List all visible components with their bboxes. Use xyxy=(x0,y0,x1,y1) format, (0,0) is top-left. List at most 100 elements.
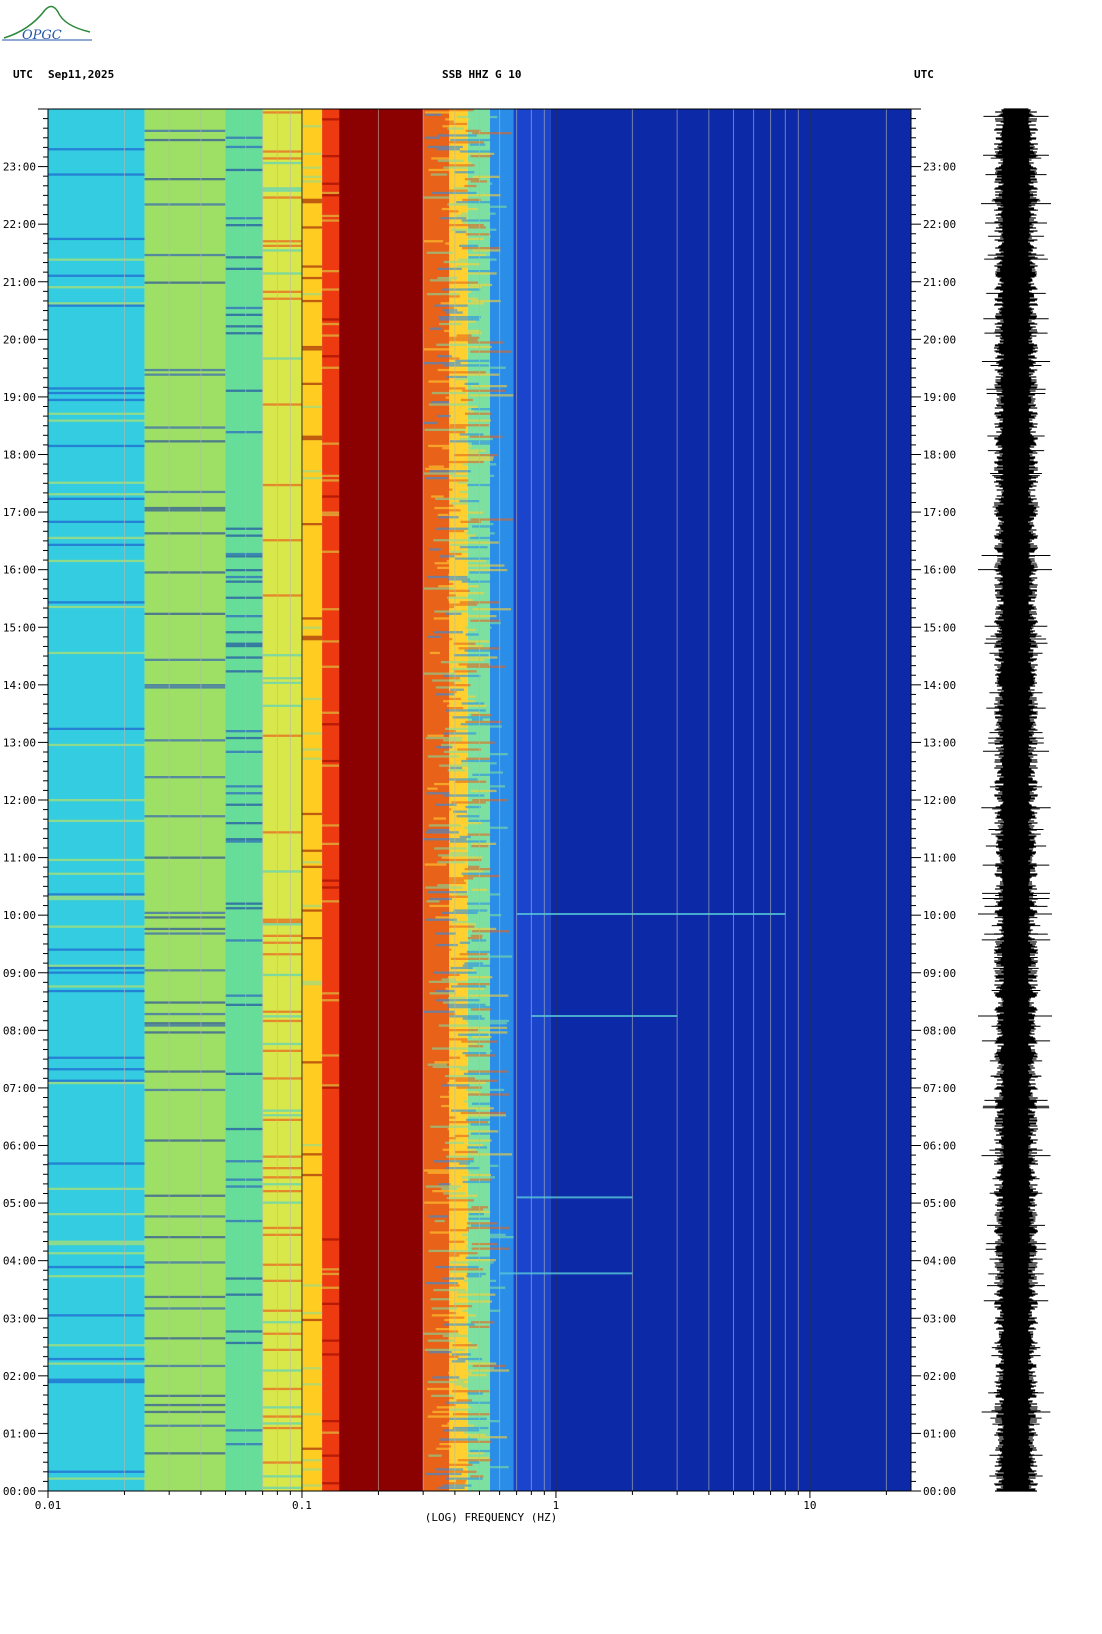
transition-streak xyxy=(472,1102,498,1105)
transition-streak xyxy=(470,1420,500,1423)
transition-streak xyxy=(437,861,466,864)
streak xyxy=(48,925,145,928)
transition-streak xyxy=(423,196,451,199)
streak xyxy=(301,980,323,983)
transition-streak xyxy=(435,1328,462,1331)
transition-streak xyxy=(447,127,465,130)
transition-streak xyxy=(468,1461,480,1464)
streak xyxy=(48,391,145,395)
streak xyxy=(225,939,263,942)
streak xyxy=(301,1284,323,1287)
transition-streak xyxy=(472,175,500,178)
transition-streak xyxy=(456,1399,473,1402)
transition-streak xyxy=(457,1459,492,1462)
transition-streak xyxy=(446,1155,479,1158)
transition-streak xyxy=(437,566,451,569)
y-tick-label: 06:00 xyxy=(923,1140,956,1153)
transition-streak xyxy=(434,610,479,613)
y-tick-label: 10:00 xyxy=(3,909,36,922)
transition-streak xyxy=(450,766,463,770)
transition-streak xyxy=(472,249,501,252)
transition-streak xyxy=(426,1137,457,1140)
streak xyxy=(48,1275,145,1278)
transition-streak xyxy=(456,334,472,337)
transition-streak xyxy=(465,129,481,132)
streak xyxy=(322,1054,340,1057)
transition-streak xyxy=(449,741,495,744)
transition-streak xyxy=(441,339,478,342)
transition-streak xyxy=(448,1091,481,1094)
transition-streak xyxy=(424,274,435,277)
streak xyxy=(301,983,323,986)
transition-streak xyxy=(435,686,450,689)
streak xyxy=(225,750,263,753)
streak xyxy=(48,1477,145,1480)
streak xyxy=(144,1424,226,1427)
transition-streak xyxy=(436,1012,456,1016)
transition-streak xyxy=(450,1107,494,1110)
streak xyxy=(262,923,302,926)
transition-streak xyxy=(437,513,449,517)
streak xyxy=(301,909,323,912)
transition-streak xyxy=(449,1346,478,1349)
transition-streak xyxy=(463,1100,478,1103)
transition-streak xyxy=(455,780,487,783)
transition-streak xyxy=(445,1477,483,1480)
transition-streak xyxy=(434,1219,445,1223)
transition-streak xyxy=(466,1245,481,1248)
streak xyxy=(322,759,340,763)
streak xyxy=(322,1272,340,1276)
streak xyxy=(322,1238,340,1241)
transition-streak xyxy=(436,989,455,993)
band-1 xyxy=(144,109,226,1491)
streak xyxy=(322,879,340,882)
streak xyxy=(301,937,323,940)
y-tick-label: 00:00 xyxy=(923,1485,956,1498)
transition-streak xyxy=(449,1261,494,1264)
transition-streak xyxy=(463,451,479,454)
band-6 xyxy=(339,109,424,1491)
transition-streak xyxy=(469,753,508,756)
transition-streak xyxy=(444,1075,478,1078)
streak xyxy=(301,198,323,201)
transition-streak xyxy=(455,640,490,643)
transition-streak xyxy=(456,893,501,896)
transition-streak xyxy=(433,1288,466,1292)
streak xyxy=(301,617,323,620)
transition-streak xyxy=(423,240,444,243)
streak xyxy=(48,1378,145,1381)
transition-streak xyxy=(425,1282,458,1285)
transition-streak xyxy=(442,288,481,291)
transition-streak xyxy=(444,189,468,192)
transition-streak xyxy=(454,1134,469,1138)
transition-streak xyxy=(442,1148,477,1151)
streak xyxy=(225,1293,263,1296)
transition-streak xyxy=(425,1397,454,1400)
transition-streak xyxy=(427,1380,465,1384)
streak xyxy=(144,1307,226,1310)
transition-streak xyxy=(428,891,468,894)
streak xyxy=(144,532,226,535)
y-tick-label: 22:00 xyxy=(923,218,956,231)
streak xyxy=(225,670,263,673)
transition-streak xyxy=(469,143,486,146)
transition-streak xyxy=(466,569,508,572)
trace-body xyxy=(994,108,1038,1492)
streak xyxy=(262,196,302,199)
streak xyxy=(262,1321,302,1324)
transition-streak xyxy=(465,532,495,535)
streak xyxy=(225,840,263,843)
transition-streak xyxy=(469,283,493,287)
transition-streak xyxy=(470,523,494,526)
transition-streak xyxy=(447,1199,475,1202)
transition-streak xyxy=(470,299,501,303)
streak xyxy=(262,1233,302,1236)
transition-streak xyxy=(466,194,501,197)
transition-streak xyxy=(464,868,491,871)
transition-streak xyxy=(469,1213,484,1216)
transition-streak xyxy=(424,136,440,139)
transition-streak xyxy=(454,171,475,174)
transition-streak xyxy=(467,1031,508,1034)
transition-streak xyxy=(430,1125,471,1128)
streak xyxy=(225,325,263,328)
